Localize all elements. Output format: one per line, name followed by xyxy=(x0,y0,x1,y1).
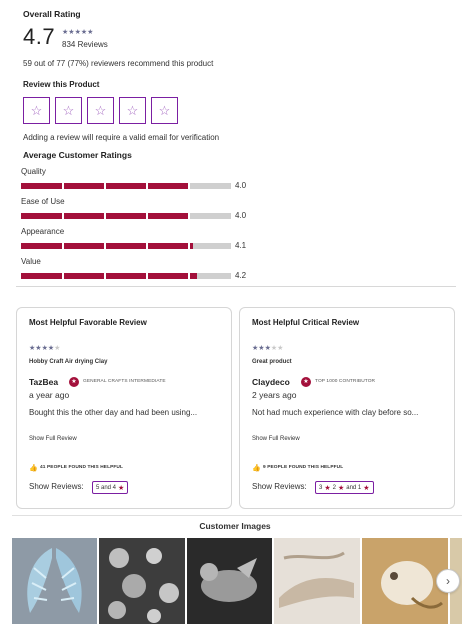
rate-2-star-button[interactable]: ☆ xyxy=(55,97,82,124)
metric-value-appearance: 4.1 xyxy=(235,241,247,250)
metric-value-quality: 4.0 xyxy=(235,181,247,190)
chip-label: and 1 xyxy=(346,484,362,491)
rate-1-star-button[interactable]: ☆ xyxy=(23,97,50,124)
critical-review-card: Most Helpful Critical Review ★ ★ ★ ★ ★ G… xyxy=(239,307,455,509)
star-icon: ★ xyxy=(363,484,370,492)
star-icon: ★ xyxy=(54,345,61,352)
bar-segment-divider xyxy=(188,183,190,189)
review-body: Bought this the other day and had been u… xyxy=(29,408,198,417)
customer-images-title: Customer Images xyxy=(199,521,271,531)
rate-5-star-button[interactable]: ☆ xyxy=(151,97,178,124)
filter-chip-5-and-4[interactable]: 5 and 4 ★ xyxy=(92,481,129,494)
metric-label-quality: Quality xyxy=(21,167,46,176)
favorable-review-card: Most Helpful Favorable Review ★ ★ ★ ★ ★ … xyxy=(16,307,232,509)
rate-4-star-button[interactable]: ☆ xyxy=(119,97,146,124)
review-time: a year ago xyxy=(29,390,70,400)
card-title: Most Helpful Critical Review xyxy=(252,318,360,327)
chevron-right-icon: › xyxy=(446,574,450,588)
bar-segment-divider xyxy=(62,213,64,219)
rating-stars: ★ ★ ★ ★ ★ xyxy=(62,29,93,36)
star-rating-input: ☆ ☆ ☆ ☆ ☆ xyxy=(23,97,178,124)
bar-segment-divider xyxy=(146,183,148,189)
star-icon: ★ xyxy=(118,484,125,492)
bar-segment-divider xyxy=(62,183,64,189)
rate-3-star-button[interactable]: ☆ xyxy=(87,97,114,124)
metric-bar-value xyxy=(21,273,231,279)
star-outline-icon: ☆ xyxy=(62,102,75,118)
review-headline: Hobby Craft Air drying Clay xyxy=(29,359,108,365)
badge-icon: ★ xyxy=(301,377,311,387)
recommend-text: 59 out of 77 (77%) reviewers recommend t… xyxy=(23,59,214,68)
filter-chip-3-2-and-1[interactable]: 3 ★ 2 ★ and 1 ★ xyxy=(315,481,374,494)
show-reviews-label: Show Reviews: xyxy=(29,482,84,491)
bar-segment-divider xyxy=(104,213,106,219)
thumbs-up-icon: 👍 xyxy=(252,465,261,472)
review-body: Not had much experience with clay before… xyxy=(252,408,419,417)
show-reviews-label: Show Reviews: xyxy=(252,482,307,491)
helpful-count: 41 PEOPLE FOUND THIS HELPFUL xyxy=(40,465,124,470)
metric-label-appearance: Appearance xyxy=(21,227,65,236)
show-full-review-link[interactable]: Show Full Review xyxy=(252,436,300,442)
review-author: TazBea xyxy=(29,377,59,387)
chip-label: 5 and 4 xyxy=(96,484,117,491)
review-headline: Great product xyxy=(252,359,292,365)
thumbs-up-icon: 👍 xyxy=(29,465,38,472)
bar-segment-divider xyxy=(104,183,106,189)
metric-value-ease-of-use: 4.0 xyxy=(235,211,247,220)
review-count-link[interactable]: 834 Reviews xyxy=(62,40,108,49)
customer-image-thumbnail[interactable] xyxy=(187,538,272,624)
bar-segment-divider xyxy=(146,243,148,249)
overall-rating-title: Overall Rating xyxy=(23,9,81,19)
badge-text: TOP 1000 CONTRIBUTOR xyxy=(315,379,376,384)
bar-segment-divider xyxy=(62,273,64,279)
star-outline-icon: ☆ xyxy=(30,102,43,118)
metric-label-ease-of-use: Ease of Use xyxy=(21,197,65,206)
metric-bar-fill xyxy=(21,273,198,279)
metric-bar-fill xyxy=(21,243,194,249)
next-images-button[interactable]: › xyxy=(436,569,460,593)
star-outline-icon: ☆ xyxy=(94,102,107,118)
rating-value: 4.7 xyxy=(23,24,56,49)
star-icon: ★ xyxy=(337,484,345,492)
bar-segment-divider xyxy=(188,243,190,249)
bar-segment-divider xyxy=(104,243,106,249)
customer-image-thumbnail[interactable] xyxy=(12,538,97,624)
metric-bar-quality xyxy=(21,183,231,189)
chip-label: 2 xyxy=(332,484,336,491)
star-icon: ★ xyxy=(87,29,94,36)
bar-segment-divider xyxy=(62,243,64,249)
bar-segment-divider xyxy=(146,273,148,279)
show-full-review-link[interactable]: Show Full Review xyxy=(29,436,77,442)
metric-value-value: 4.2 xyxy=(235,271,247,280)
customer-image-thumbnail[interactable] xyxy=(99,538,185,624)
star-outline-icon: ☆ xyxy=(126,102,139,118)
helpful-count: 9 PEOPLE FOUND THIS HELPFUL xyxy=(263,465,344,470)
bar-segment-divider xyxy=(188,213,190,219)
verification-note: Adding a review will require a valid ema… xyxy=(23,133,220,142)
star-outline-icon: ☆ xyxy=(158,102,171,118)
review-time: 2 years ago xyxy=(252,390,297,400)
bar-segment-divider xyxy=(188,273,190,279)
chip-label: 3 xyxy=(319,484,323,491)
metric-bar-appearance xyxy=(21,243,231,249)
review-author: Claydeco xyxy=(252,377,290,387)
customer-image-thumbnail[interactable] xyxy=(274,538,360,624)
divider xyxy=(16,286,456,287)
star-icon: ★ xyxy=(277,345,284,352)
badge-text: GENERAL CRAFTS INTERMEDIATE xyxy=(83,379,166,384)
review-stars: ★ ★ ★ ★ ★ xyxy=(252,345,283,352)
metric-label-value: Value xyxy=(21,257,41,266)
badge-icon: ★ xyxy=(69,377,79,387)
average-ratings-title: Average Customer Ratings xyxy=(23,150,132,160)
card-title: Most Helpful Favorable Review xyxy=(29,318,147,327)
star-icon: ★ xyxy=(324,484,331,492)
divider xyxy=(12,515,462,516)
bar-segment-divider xyxy=(146,213,148,219)
metric-bar-ease-of-use xyxy=(21,213,231,219)
review-product-title: Review this Product xyxy=(23,80,100,89)
bar-segment-divider xyxy=(104,273,106,279)
review-stars: ★ ★ ★ ★ ★ xyxy=(29,345,60,352)
